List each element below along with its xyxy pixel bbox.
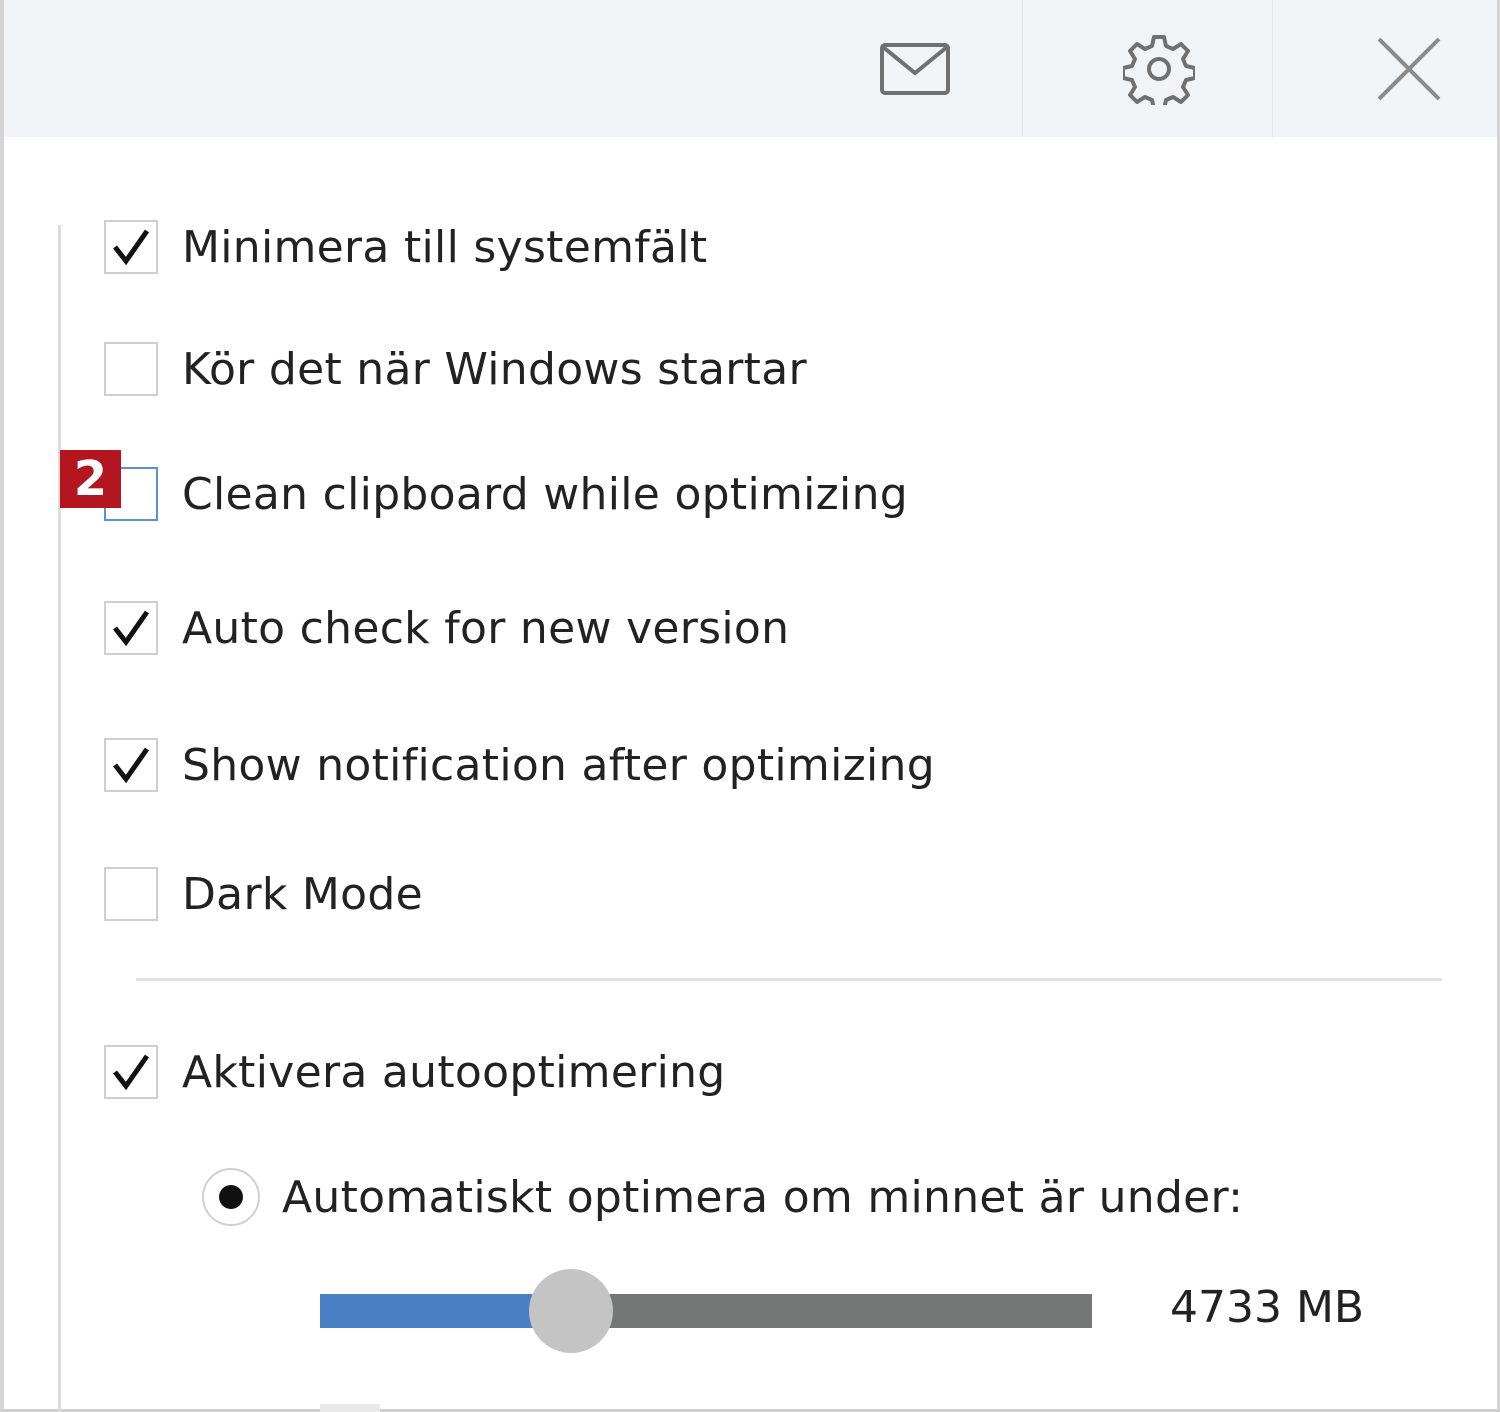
checkbox[interactable] bbox=[104, 1045, 158, 1099]
checkmark-icon bbox=[113, 610, 150, 647]
setting-label: Show notification after optimizing bbox=[182, 739, 935, 791]
section-divider bbox=[136, 978, 1442, 981]
close-icon bbox=[1376, 36, 1442, 102]
mail-icon bbox=[880, 42, 950, 95]
checkmark-icon bbox=[113, 229, 150, 266]
title-bar-separator bbox=[1022, 0, 1023, 137]
setting-label: Auto check for new version bbox=[182, 602, 790, 654]
memory-threshold-slider[interactable] bbox=[320, 1269, 1092, 1353]
checkbox[interactable] bbox=[104, 601, 158, 655]
checkmark-icon bbox=[113, 1054, 150, 1091]
gear-icon bbox=[1123, 33, 1195, 105]
title-bar-separator bbox=[1272, 0, 1273, 137]
radio-optimize-when-memory-below[interactable]: Automatiskt optimera om minnet är under: bbox=[202, 1166, 1243, 1228]
slider-thumb[interactable] bbox=[528, 1269, 613, 1353]
setting-label: Clean clipboard while optimizing bbox=[182, 468, 908, 520]
radio-label: Automatiskt optimera om minnet är under: bbox=[282, 1171, 1244, 1223]
setting-label: Kör det när Windows startar bbox=[182, 343, 807, 395]
setting-dark-mode[interactable]: Dark Mode bbox=[104, 863, 423, 925]
setting-label: Minimera till systemfält bbox=[182, 221, 708, 273]
next-control-peek bbox=[320, 1404, 380, 1412]
checkmark-icon bbox=[113, 747, 150, 784]
mail-button[interactable] bbox=[860, 0, 970, 137]
radio-button[interactable] bbox=[202, 1168, 260, 1226]
close-button[interactable] bbox=[1354, 0, 1464, 137]
setting-clean-clipboard[interactable]: Clean clipboard while optimizing bbox=[104, 463, 908, 525]
setting-show-notification[interactable]: Show notification after optimizing bbox=[104, 734, 935, 796]
slider-value: 4733 MB bbox=[1170, 1282, 1365, 1333]
checkbox[interactable] bbox=[104, 738, 158, 792]
setting-label: Dark Mode bbox=[182, 868, 423, 920]
setting-run-on-startup[interactable]: Kör det när Windows startar bbox=[104, 338, 807, 400]
radio-dot bbox=[219, 1185, 243, 1209]
annotation-badge: 2 bbox=[60, 450, 121, 508]
checkbox[interactable] bbox=[104, 342, 158, 396]
checkbox[interactable] bbox=[104, 220, 158, 274]
settings-button[interactable] bbox=[1104, 0, 1214, 137]
setting-enable-auto-optimize[interactable]: Aktivera autooptimering bbox=[104, 1041, 726, 1103]
checkbox[interactable] bbox=[104, 867, 158, 921]
setting-auto-check-version[interactable]: Auto check for new version bbox=[104, 597, 789, 659]
setting-label: Aktivera autooptimering bbox=[182, 1046, 726, 1098]
left-guide-line bbox=[58, 225, 61, 1412]
title-bar bbox=[4, 0, 1497, 137]
setting-minimize-to-tray[interactable]: Minimera till systemfält bbox=[104, 216, 707, 278]
